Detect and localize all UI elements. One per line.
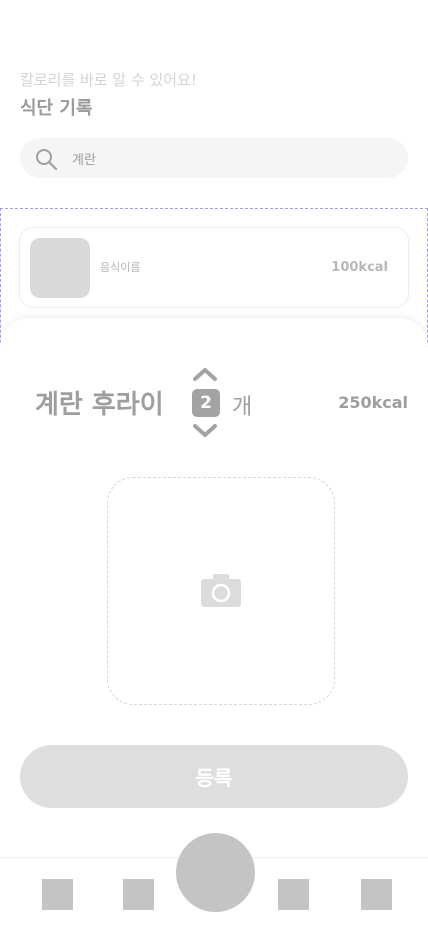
- food-result-card[interactable]: 음식이름 100kcal: [19, 227, 409, 308]
- search-bar[interactable]: 계란: [20, 138, 408, 178]
- camera-icon: [201, 574, 241, 607]
- nav-item-1[interactable]: [42, 879, 73, 910]
- food-kcal: 100kcal: [331, 260, 388, 275]
- selected-food-kcal: 250kcal: [338, 393, 408, 412]
- header-subtitle: 칼로리를 바로 알 수 있어요!: [20, 71, 197, 89]
- quantity-value[interactable]: 2: [192, 389, 220, 417]
- nav-item-4[interactable]: [361, 879, 392, 910]
- quantity-decrease-icon[interactable]: [192, 423, 218, 439]
- food-name: 음식이름: [100, 261, 141, 274]
- submit-button[interactable]: 등록: [20, 745, 408, 808]
- quantity-increase-icon[interactable]: [192, 366, 218, 382]
- nav-item-2[interactable]: [123, 879, 154, 910]
- search-icon: [36, 149, 58, 171]
- search-input-value[interactable]: 계란: [72, 149, 96, 168]
- selected-food-name: 계란 후라이: [35, 390, 164, 420]
- nav-center-button[interactable]: [176, 833, 255, 912]
- page-title: 식단 기록: [20, 98, 93, 119]
- nav-item-3[interactable]: [278, 879, 309, 910]
- food-thumbnail: [30, 238, 90, 298]
- bottom-nav: [0, 833, 428, 926]
- quantity-unit: 개: [232, 395, 253, 420]
